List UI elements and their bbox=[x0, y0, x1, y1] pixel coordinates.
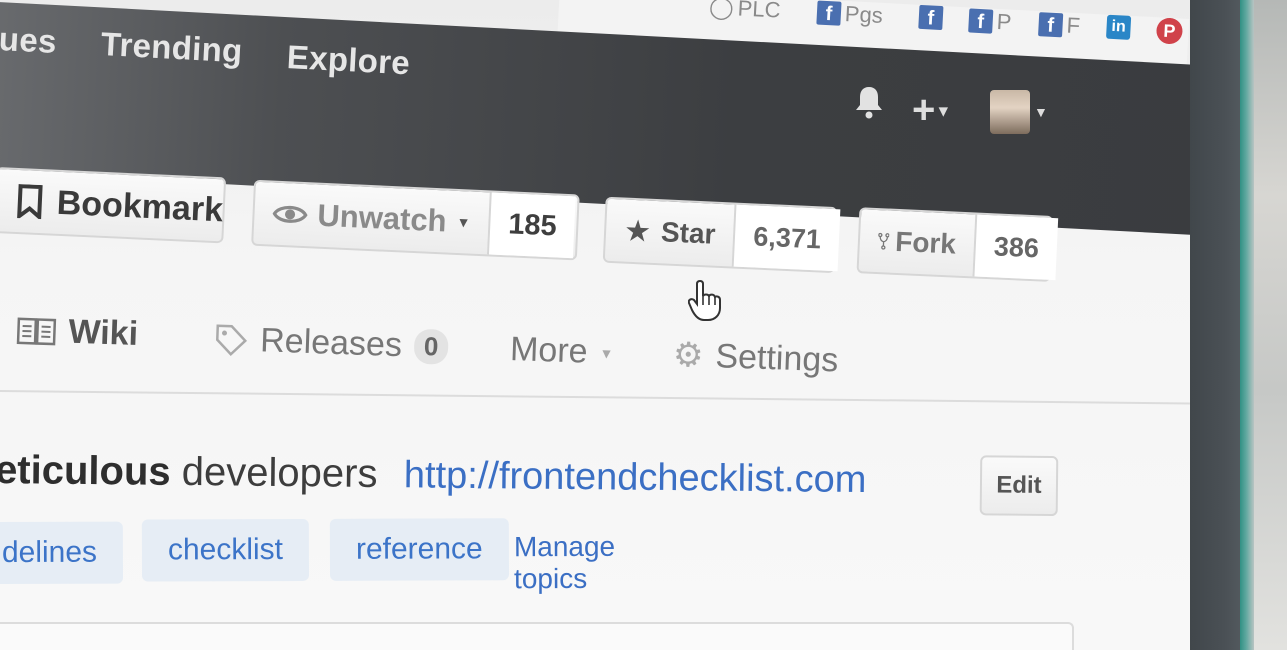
tabs-divider bbox=[0, 390, 1190, 405]
avatar bbox=[990, 90, 1030, 134]
releases-count-badge: 0 bbox=[413, 328, 449, 365]
edit-button[interactable]: Edit bbox=[979, 455, 1059, 517]
topic-tag[interactable]: reference bbox=[329, 518, 509, 581]
watch-button-group: Unwatch ▼ 185 bbox=[251, 179, 580, 261]
linkedin-icon: in bbox=[1105, 14, 1132, 40]
repo-website-link[interactable]: http://frontendchecklist.com bbox=[404, 454, 867, 501]
caret-down-icon: ▼ bbox=[1034, 104, 1048, 120]
bookmark-button[interactable]: Bookmark bbox=[0, 167, 227, 244]
tab-wiki[interactable]: Wiki bbox=[16, 311, 139, 354]
stargazers-count[interactable]: 6,371 bbox=[732, 204, 841, 272]
topic-tag[interactable]: checklist bbox=[141, 518, 310, 582]
tab-settings[interactable]: ⚙ Settings bbox=[672, 335, 839, 381]
manage-topics-link[interactable]: Manage topics bbox=[514, 531, 615, 595]
bookmark-item[interactable]: P bbox=[1155, 17, 1184, 45]
bookmark-item[interactable]: f bbox=[918, 4, 944, 31]
pinterest-icon: P bbox=[1155, 17, 1184, 45]
watchers-count[interactable]: 185 bbox=[486, 192, 577, 259]
fork-icon bbox=[878, 232, 890, 250]
bookmark-item[interactable]: in bbox=[1105, 14, 1132, 40]
facebook-icon: f bbox=[1038, 12, 1064, 38]
facebook-icon: f bbox=[968, 8, 994, 34]
caret-down-icon: ▼ bbox=[456, 213, 471, 231]
background-wall bbox=[1254, 0, 1287, 650]
book-icon bbox=[16, 317, 57, 345]
fork-button[interactable]: Fork bbox=[859, 209, 976, 276]
gear-icon: ⚙ bbox=[672, 335, 705, 375]
fork-button-group: Fork 386 bbox=[856, 207, 1059, 282]
bookmark-item[interactable]: f F bbox=[1038, 11, 1081, 39]
topic-tag[interactable]: delines bbox=[0, 521, 124, 585]
nav-explore[interactable]: Explore bbox=[286, 38, 411, 82]
plus-icon: + bbox=[912, 88, 936, 132]
caret-down-icon: ▼ bbox=[599, 344, 614, 362]
tab-releases[interactable]: Releases 0 bbox=[214, 320, 449, 367]
unwatch-button[interactable]: Unwatch ▼ bbox=[253, 182, 490, 255]
facebook-icon: f bbox=[918, 4, 944, 31]
eye-icon bbox=[272, 205, 308, 223]
bookmark-item[interactable]: f Pgs bbox=[816, 0, 883, 29]
readme-box bbox=[0, 622, 1074, 650]
tag-icon bbox=[216, 324, 248, 356]
bookmark-item[interactable]: ◯ PLC bbox=[708, 0, 781, 24]
user-menu-button[interactable]: ▼ bbox=[990, 90, 1048, 134]
star-button-group: ★ Star 6,371 bbox=[602, 196, 841, 274]
facebook-icon: f bbox=[816, 0, 842, 26]
caret-down-icon: ▼ bbox=[935, 103, 952, 121]
tab-more[interactable]: More ▼ bbox=[509, 330, 614, 373]
forks-count[interactable]: 386 bbox=[972, 214, 1059, 281]
bookmark-item[interactable]: f P bbox=[968, 7, 1012, 35]
notifications-bell-icon[interactable] bbox=[853, 84, 885, 125]
nav-issues[interactable]: ues bbox=[0, 20, 58, 61]
browser-screen: ◯ PLC f Pgs f f P f F in P ues Trending … bbox=[0, 0, 1190, 650]
create-new-button[interactable]: +▼ bbox=[912, 88, 951, 133]
star-icon: ★ bbox=[623, 214, 652, 249]
repo-description: eticulous developers http://frontendchec… bbox=[0, 447, 867, 502]
globe-icon: ◯ bbox=[708, 0, 735, 21]
star-button[interactable]: ★ Star bbox=[605, 199, 735, 267]
monitor-edge bbox=[1240, 0, 1254, 650]
hand-pointer-cursor bbox=[687, 278, 722, 327]
nav-trending[interactable]: Trending bbox=[100, 25, 243, 70]
bookmark-icon bbox=[17, 184, 43, 220]
